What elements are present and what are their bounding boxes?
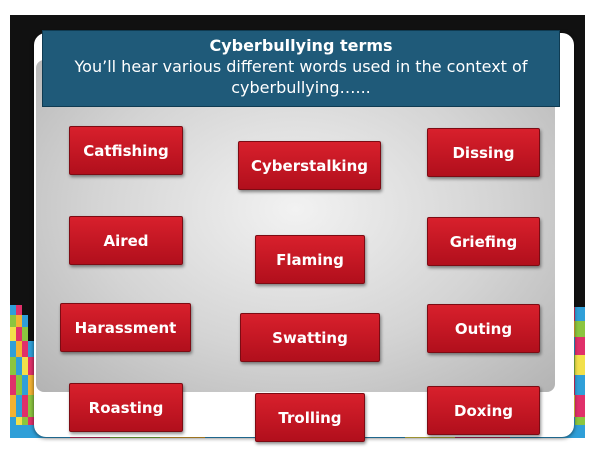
term-button-trolling[interactable]: Trolling <box>255 393 365 442</box>
term-button-catfishing[interactable]: Catfishing <box>69 126 183 175</box>
term-button-harassment[interactable]: Harassment <box>60 303 191 352</box>
term-button-cyberstalking[interactable]: Cyberstalking <box>238 141 381 190</box>
term-button-flaming[interactable]: Flaming <box>255 235 365 284</box>
slide-heading: Cyberbullying terms <box>209 36 393 55</box>
term-button-roasting[interactable]: Roasting <box>69 383 183 432</box>
slide-subtitle: You’ll hear various different words used… <box>74 57 528 97</box>
title-box: Cyberbullying terms You’ll hear various … <box>42 30 560 107</box>
term-button-aired[interactable]: Aired <box>69 216 183 265</box>
term-button-dissing[interactable]: Dissing <box>427 128 540 177</box>
term-button-griefing[interactable]: Griefing <box>427 217 540 266</box>
term-button-outing[interactable]: Outing <box>427 304 540 353</box>
pixel-decoration-left <box>10 305 34 438</box>
term-button-doxing[interactable]: Doxing <box>427 386 540 435</box>
term-button-swatting[interactable]: Swatting <box>240 313 380 362</box>
